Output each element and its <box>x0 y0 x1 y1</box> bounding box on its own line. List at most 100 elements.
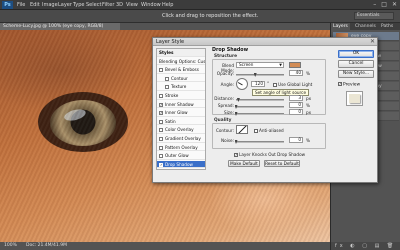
style-item-gradient-overlay[interactable]: Gradient Overlay <box>157 135 205 143</box>
menu-select[interactable]: Select <box>86 1 101 9</box>
contour-curve-icon <box>237 126 247 133</box>
maximize-button[interactable]: □ <box>381 1 387 9</box>
ok-button[interactable]: OK <box>338 50 374 58</box>
panel-footer-icons[interactable]: fx ◐ ▢ ▤ 🗑 <box>331 242 400 250</box>
style-checkbox[interactable] <box>159 119 163 124</box>
new-style-button[interactable]: New Style... <box>338 70 374 78</box>
anti-aliased-box[interactable] <box>254 129 258 133</box>
noise-input[interactable]: 0 <box>289 137 303 143</box>
spread-slider[interactable] <box>234 105 284 109</box>
contour-picker[interactable] <box>236 125 248 134</box>
style-checkbox[interactable] <box>159 137 163 141</box>
style-checkbox[interactable] <box>159 154 163 159</box>
style-item-styles[interactable]: Styles <box>157 49 205 57</box>
preview-checkbox[interactable]: ✓Preview <box>338 82 360 88</box>
tab-layers[interactable]: Layers <box>331 23 350 30</box>
style-checkbox[interactable] <box>165 76 169 81</box>
style-item-inner-shadow[interactable]: ✓ Inner Shadow <box>157 101 205 109</box>
style-item-pattern-overlay[interactable]: Pattern Overlay <box>157 144 205 152</box>
photoshop-window: Ps File Edit Image Layer Type Select Filter 3D V… <box>0 0 400 250</box>
preview-box-check[interactable]: ✓ <box>338 82 342 86</box>
style-checkbox[interactable] <box>165 85 169 90</box>
spread-input[interactable]: 0 <box>289 102 303 108</box>
document-tab[interactable]: Scheme-Lucy.jpg @ 100% (eye copy, RGB/8) <box>0 23 120 30</box>
make-default-button[interactable]: Make Default <box>228 160 260 167</box>
quality-group <box>212 123 326 149</box>
drop-shadow-settings: Drop Shadow Structure Blend Mode: Screen… <box>210 48 328 180</box>
workspace-select[interactable]: Essentials <box>354 12 394 20</box>
menu-help[interactable]: Help <box>162 1 173 9</box>
menu-view[interactable]: View <box>126 1 138 9</box>
anti-aliased-label: Anti-aliased <box>259 128 284 133</box>
style-item-texture[interactable]: Texture <box>157 83 205 91</box>
style-item-outer-glow[interactable]: Outer Glow <box>157 152 205 160</box>
style-item-inner-glow[interactable]: ✓ Inner Glow <box>157 109 205 117</box>
options-bar: Click and drag to reposition the effect.… <box>0 10 400 23</box>
blend-mode-value: Screen <box>239 62 254 67</box>
section-title: Drop Shadow <box>212 48 249 53</box>
style-item-label: Inner Glow <box>165 110 188 116</box>
style-checkbox[interactable]: ✓ <box>159 162 163 167</box>
style-item-bevel-emboss[interactable]: Bevel & Emboss <box>157 66 205 74</box>
app-logo: Ps <box>2 1 13 9</box>
menu-window[interactable]: Window <box>141 1 161 9</box>
global-light-box[interactable] <box>273 83 277 87</box>
menu-file[interactable]: File <box>17 1 25 9</box>
zoom-level[interactable]: 100% <box>4 242 17 250</box>
style-checkbox[interactable]: ✓ <box>159 111 163 116</box>
opacity-slider[interactable] <box>236 73 284 77</box>
style-item-label: Satin <box>165 118 176 124</box>
close-icon[interactable]: ✕ <box>370 38 375 46</box>
minimize-button[interactable]: – <box>373 1 376 9</box>
size-input[interactable]: 0 <box>289 109 303 115</box>
distance-slider[interactable] <box>236 98 284 102</box>
menu-layer[interactable]: Layer <box>58 1 72 9</box>
menu-edit[interactable]: Edit <box>30 1 40 9</box>
style-item-label: Inner Shadow <box>165 101 194 107</box>
close-window-button[interactable]: ✕ <box>392 1 397 9</box>
anti-aliased-checkbox[interactable]: Anti-aliased <box>254 128 284 133</box>
reset-default-button[interactable]: Reset to Default <box>264 160 300 167</box>
shadow-color-swatch[interactable] <box>289 62 301 68</box>
distance-input[interactable]: 3 <box>289 95 303 101</box>
style-checkbox[interactable]: ✓ <box>159 102 163 107</box>
style-item-satin[interactable]: Satin <box>157 118 205 126</box>
global-light-label: Use Global Light <box>278 82 313 87</box>
style-item-label: Gradient Overlay <box>165 136 201 141</box>
style-checkbox[interactable] <box>159 94 163 98</box>
style-item-label: Color Overlay <box>165 127 194 133</box>
angle-dial[interactable] <box>236 78 248 90</box>
cancel-button[interactable]: Cancel <box>338 60 374 68</box>
style-item-label: Outer Glow <box>165 153 189 159</box>
style-item-label: Stroke <box>165 93 179 98</box>
knockout-label: Layer Knocks Out Drop Shadow <box>239 152 306 157</box>
style-item-contour[interactable]: Contour <box>157 75 205 83</box>
global-light-checkbox[interactable]: Use Global Light <box>273 82 312 87</box>
style-checkbox[interactable] <box>159 68 163 73</box>
blend-mode-select[interactable]: Screen ▼ <box>236 62 284 68</box>
opacity-input[interactable]: 40 <box>289 70 303 76</box>
dialog-title: Layer Style ✕ <box>153 38 377 46</box>
menu-image[interactable]: Image <box>42 1 58 9</box>
angle-input[interactable]: 120 <box>251 81 265 87</box>
document-tabbar: Scheme-Lucy.jpg @ 100% (eye copy, RGB/8) <box>0 23 330 30</box>
style-checkbox[interactable] <box>159 128 163 133</box>
menu-type[interactable]: Type <box>73 1 84 9</box>
knockout-checkbox[interactable]: ✓Layer Knocks Out Drop Shadow <box>234 152 305 157</box>
style-item-label: Bevel & Emboss <box>165 67 199 73</box>
tab-paths[interactable]: Paths <box>379 23 395 30</box>
tab-channels[interactable]: Channels <box>353 23 378 30</box>
style-item-stroke[interactable]: Stroke <box>157 92 205 100</box>
size-slider[interactable] <box>234 112 284 116</box>
style-preview-thumbnail <box>346 91 363 106</box>
degree-unit: ° <box>267 81 270 86</box>
menu-3d[interactable]: 3D <box>116 1 123 9</box>
knockout-box[interactable]: ✓ <box>234 153 238 157</box>
style-checkbox[interactable] <box>159 145 163 150</box>
menu-filter[interactable]: Filter <box>102 1 114 9</box>
style-item-blending-options-custom[interactable]: Blending Options: Custom <box>157 58 205 66</box>
opacity-label: Opacity: <box>216 71 234 76</box>
noise-slider[interactable] <box>234 140 284 144</box>
style-item-color-overlay[interactable]: Color Overlay <box>157 126 205 134</box>
style-item-drop-shadow[interactable]: ✓ Drop Shadow <box>157 160 205 169</box>
